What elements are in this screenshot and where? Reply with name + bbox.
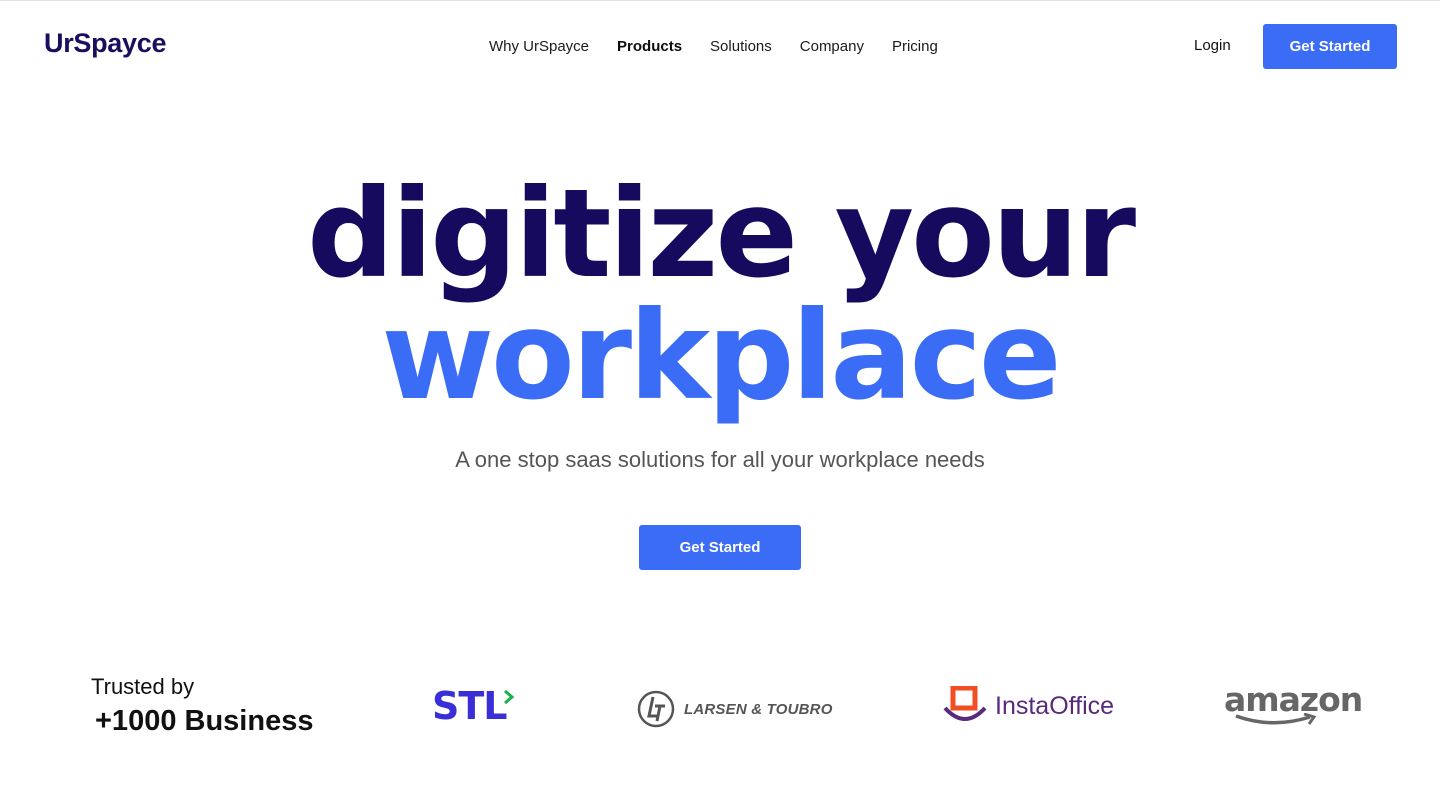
partner-logo-amazon: amazon (1224, 681, 1363, 727)
stl-wordmark: STL (432, 684, 508, 728)
partner-logo-stl: STL (432, 684, 515, 728)
hero-headline-line2: workplace (381, 285, 1061, 427)
trusted-by-label: Trusted by (91, 674, 195, 699)
hero-subtitle: A one stop saas solutions for all your w… (455, 447, 985, 472)
nav-products[interactable]: Products (617, 38, 682, 55)
site-header: UrSpayce Why UrSpayce Products Solutions… (0, 0, 1440, 92)
main-menu: Why UrSpayce Products Solutions Company … (489, 38, 938, 55)
brand-logo[interactable]: UrSpayce (44, 28, 166, 59)
nav-company[interactable]: Company (800, 38, 864, 55)
lt-wordmark: LARSEN & TOUBRO (684, 700, 833, 718)
get-started-nav-button[interactable]: Get Started (1263, 24, 1397, 69)
amazon-smile-icon (1235, 713, 1317, 725)
hero-headline-line1: digitize your (306, 163, 1136, 305)
get-started-hero-button[interactable]: Get Started (639, 525, 801, 570)
login-link[interactable]: Login (1194, 37, 1231, 54)
nav-solutions[interactable]: Solutions (710, 38, 772, 55)
instaoffice-wordmark: InstaOffice (995, 691, 1115, 720)
trusted-count: +1000 Business (95, 705, 314, 737)
instaoffice-logo-icon (943, 686, 987, 721)
lt-emblem-icon (637, 690, 675, 728)
partner-logo-larsen-toubro: LARSEN & TOUBRO (636, 689, 833, 729)
nav-why-urspayce[interactable]: Why UrSpayce (489, 38, 589, 55)
partner-logo-instaoffice: InstaOffice (943, 686, 1114, 726)
nav-pricing[interactable]: Pricing (892, 38, 938, 55)
stl-accent-icon (503, 690, 514, 704)
